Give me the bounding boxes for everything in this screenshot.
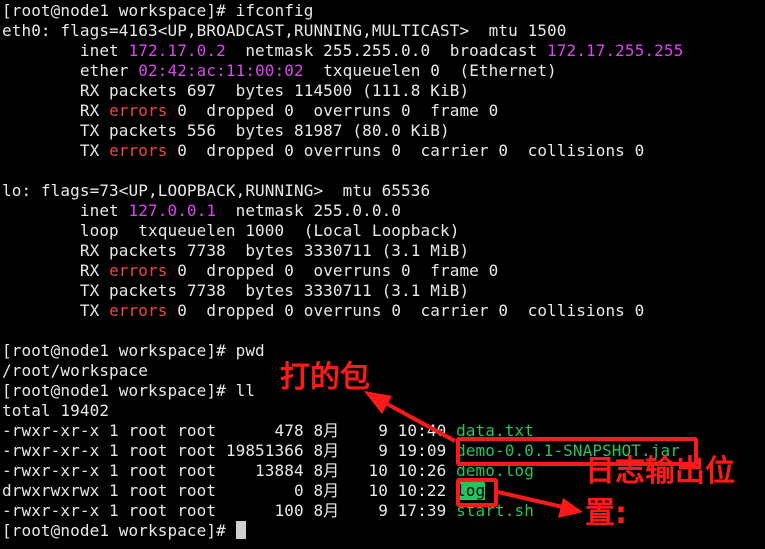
package-arrow bbox=[364, 391, 456, 443]
log-note-line2: 置: bbox=[585, 496, 627, 531]
log-arrow bbox=[497, 490, 583, 518]
log-note-line1: 日志输出位 bbox=[585, 454, 735, 489]
package-note: 打的包 bbox=[280, 360, 370, 395]
